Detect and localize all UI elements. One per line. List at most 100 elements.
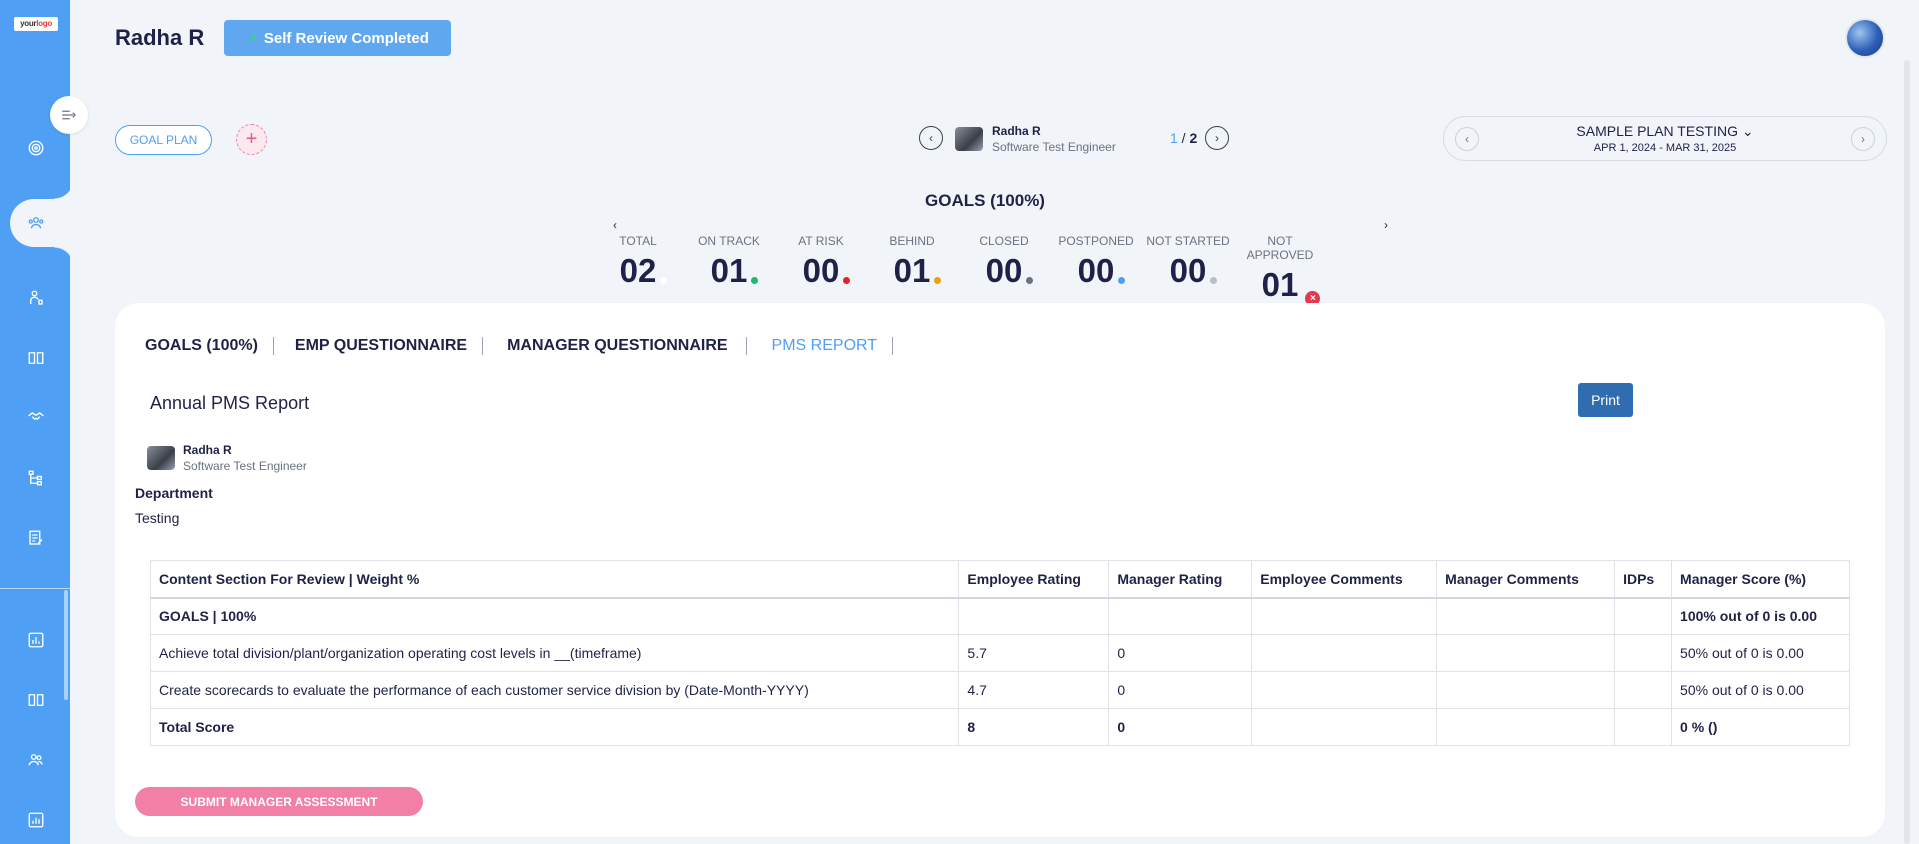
table-cell xyxy=(1251,597,1438,635)
sidebar-scrollbar[interactable] xyxy=(64,590,68,700)
table-cell: 50% out of 0 is 0.00 xyxy=(1671,671,1850,709)
print-button[interactable]: Print xyxy=(1578,383,1633,417)
stat-behind[interactable]: BEHIND 01 xyxy=(866,234,958,290)
table-row: GOALS | 100% 100% out of 0 is 0.00 xyxy=(149,597,1850,635)
table-cell: Total Score xyxy=(149,708,960,746)
report-card: GOALS (100%) EMP QUESTIONNAIRE MANAGER Q… xyxy=(115,303,1885,837)
table-cell: 0 xyxy=(1108,671,1253,709)
company-logo: yourlogo xyxy=(14,17,58,31)
table-cell: 100% out of 0 is 0.00 xyxy=(1671,597,1850,635)
table-cell xyxy=(1614,634,1673,672)
page-title: Radha R xyxy=(115,25,205,50)
stat-value: 00 xyxy=(1078,252,1126,290)
department-value: Testing xyxy=(135,510,180,526)
stat-not-approved[interactable]: NOT APPROVED 01 × xyxy=(1234,234,1326,306)
stat-value: 00 xyxy=(986,252,1034,290)
status-dot xyxy=(751,277,759,284)
tab-goals[interactable]: GOALS (100%) xyxy=(145,337,274,355)
table-cell: 4.7 xyxy=(958,671,1110,709)
table-cell xyxy=(1436,634,1616,672)
table-row: Achieve total division/plant/organizatio… xyxy=(149,634,1850,672)
submit-manager-assessment-button[interactable]: SUBMIT MANAGER ASSESSMENT xyxy=(135,787,423,816)
handshake-icon[interactable] xyxy=(26,406,46,426)
table-cell xyxy=(1251,671,1438,709)
stat-at-risk[interactable]: AT RISK 00 xyxy=(775,234,867,290)
avatar[interactable] xyxy=(1845,18,1885,58)
table-cell: 8 xyxy=(958,708,1110,746)
pms-report-table: Content Section For Review | Weight % Em… xyxy=(149,560,1850,746)
add-goal-button[interactable]: + xyxy=(236,124,267,155)
stat-label: AT RISK xyxy=(798,234,844,248)
stats-scroll-right-icon[interactable]: › xyxy=(1384,218,1388,232)
employee-avatar xyxy=(955,127,983,151)
sidebar-divider xyxy=(0,588,70,589)
stat-on-track[interactable]: ON TRACK 01 xyxy=(683,234,775,290)
chevron-right-icon: › xyxy=(1861,132,1865,146)
stat-not-started[interactable]: NOT STARTED 00 xyxy=(1142,234,1234,290)
stats-scroll-left-icon[interactable]: ‹ xyxy=(613,218,617,232)
table-cell xyxy=(958,597,1110,635)
bar-chart-icon[interactable] xyxy=(26,630,46,650)
stat-label: NOT APPROVED xyxy=(1246,234,1314,262)
previous-employee-button[interactable]: ‹ xyxy=(919,126,943,150)
status-dot xyxy=(1118,277,1126,284)
next-plan-button[interactable]: › xyxy=(1851,127,1875,151)
hierarchy-icon[interactable] xyxy=(26,468,46,488)
table-cell: 5.7 xyxy=(958,634,1110,672)
document-edit-icon[interactable] xyxy=(26,528,46,548)
column-header: Manager Comments xyxy=(1436,560,1616,599)
table-cell xyxy=(1436,597,1616,635)
table-cell xyxy=(1251,634,1438,672)
book-icon[interactable] xyxy=(26,348,46,368)
team-icon[interactable] xyxy=(26,213,46,233)
column-header: Employee Comments xyxy=(1251,560,1438,599)
stat-value: 01 xyxy=(711,252,759,290)
stat-value: 01 × xyxy=(1262,266,1321,306)
plan-dropdown[interactable]: SAMPLE PLAN TESTING ⌄ xyxy=(1444,123,1886,140)
stat-label: TOTAL xyxy=(619,234,657,248)
plan-dates: APR 1, 2024 - MAR 31, 2025 xyxy=(1593,142,1737,154)
table-cell: GOALS | 100% xyxy=(149,597,960,635)
book-icon[interactable] xyxy=(26,690,46,710)
table-cell xyxy=(1436,671,1616,709)
next-employee-button[interactable]: › xyxy=(1205,126,1229,150)
goals-summary-heading: GOALS (100%) xyxy=(925,191,1045,210)
table-cell xyxy=(1614,708,1673,746)
sidebar-collapse-button[interactable] xyxy=(50,96,88,134)
status-dot xyxy=(1026,277,1034,284)
stat-value: 02 xyxy=(620,252,668,290)
stat-label: CLOSED xyxy=(979,234,1029,248)
collapse-arrow-icon xyxy=(62,110,76,120)
goal-plan-button[interactable]: GOAL PLAN xyxy=(115,125,212,155)
table-row: Create scorecards to evaluate the perfor… xyxy=(149,671,1850,709)
status-dot xyxy=(843,277,851,284)
table-cell xyxy=(1251,708,1438,746)
pager-employee-title: Software Test Engineer xyxy=(992,140,1116,154)
table-cell xyxy=(1614,597,1673,635)
self-review-status-button[interactable]: ↗ Self Review Completed xyxy=(224,20,451,56)
trend-up-icon: ↗ xyxy=(246,29,258,46)
chevron-down-icon: ⌄ xyxy=(1741,123,1754,139)
analytics-icon[interactable] xyxy=(26,810,46,830)
plan-selector: ‹ SAMPLE PLAN TESTING ⌄ APR 1, 2024 - MA… xyxy=(1443,116,1887,161)
table-cell xyxy=(1108,597,1253,635)
stat-value: 00 xyxy=(803,252,851,290)
target-icon[interactable] xyxy=(26,138,46,158)
page-scrollbar[interactable] xyxy=(1904,60,1910,844)
column-header: Manager Rating xyxy=(1108,560,1253,599)
stat-total[interactable]: TOTAL 02 xyxy=(592,234,684,290)
table-cell xyxy=(1436,708,1616,746)
column-header: Employee Rating xyxy=(958,560,1110,599)
tab-pms-report[interactable]: PMS REPORT xyxy=(747,337,894,355)
table-cell: 0 xyxy=(1108,634,1253,672)
status-dot xyxy=(934,277,942,284)
status-dot xyxy=(660,277,668,284)
stat-postponed[interactable]: POSTPONED 00 xyxy=(1050,234,1142,290)
people-icon[interactable] xyxy=(26,750,46,770)
tab-emp-questionnaire[interactable]: EMP QUESTIONNAIRE xyxy=(274,337,484,355)
stat-closed[interactable]: CLOSED 00 xyxy=(958,234,1050,290)
user-tree-icon[interactable] xyxy=(26,288,46,308)
tab-manager-questionnaire[interactable]: MANAGER QUESTIONNAIRE xyxy=(483,337,747,355)
report-employee-name: Radha R xyxy=(183,443,232,457)
stat-value: 00 xyxy=(1170,252,1218,290)
